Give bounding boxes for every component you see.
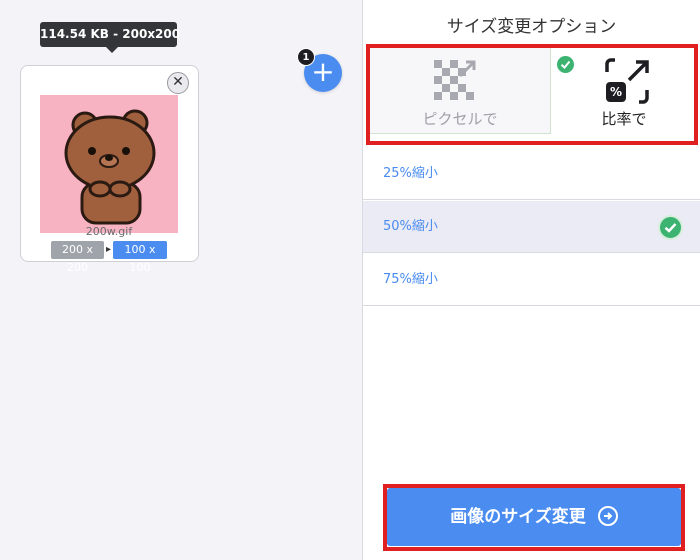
tooltip-arrow — [106, 47, 118, 53]
mode-selection-highlight — [366, 44, 698, 145]
option-label: 75%縮小 — [383, 272, 438, 287]
options-title: サイズ変更オプション — [446, 17, 617, 37]
option-label: 25%縮小 — [383, 166, 438, 181]
new-dimensions-badge: 100 x 100 — [113, 241, 167, 274]
option-label: 50%縮小 — [383, 219, 438, 234]
option-25[interactable]: 25%縮小 — [363, 148, 700, 200]
file-count-badge: 1 — [297, 48, 315, 66]
remove-file-button[interactable]: ✕ — [167, 72, 189, 94]
selected-check-icon — [658, 215, 683, 240]
option-75[interactable]: 75%縮小 — [363, 254, 700, 306]
arrow-right-icon: ▸ — [105, 244, 112, 255]
bear-image — [64, 109, 156, 225]
original-dimensions-badge: 200 x 200 — [51, 241, 104, 274]
option-50[interactable]: 50%縮小 — [363, 201, 700, 253]
image-thumbnail — [40, 95, 178, 233]
submit-highlight — [383, 484, 685, 551]
file-name: 200w.gif — [85, 225, 133, 238]
file-size-tooltip: 114.54 KB - 200x200 — [40, 22, 180, 47]
